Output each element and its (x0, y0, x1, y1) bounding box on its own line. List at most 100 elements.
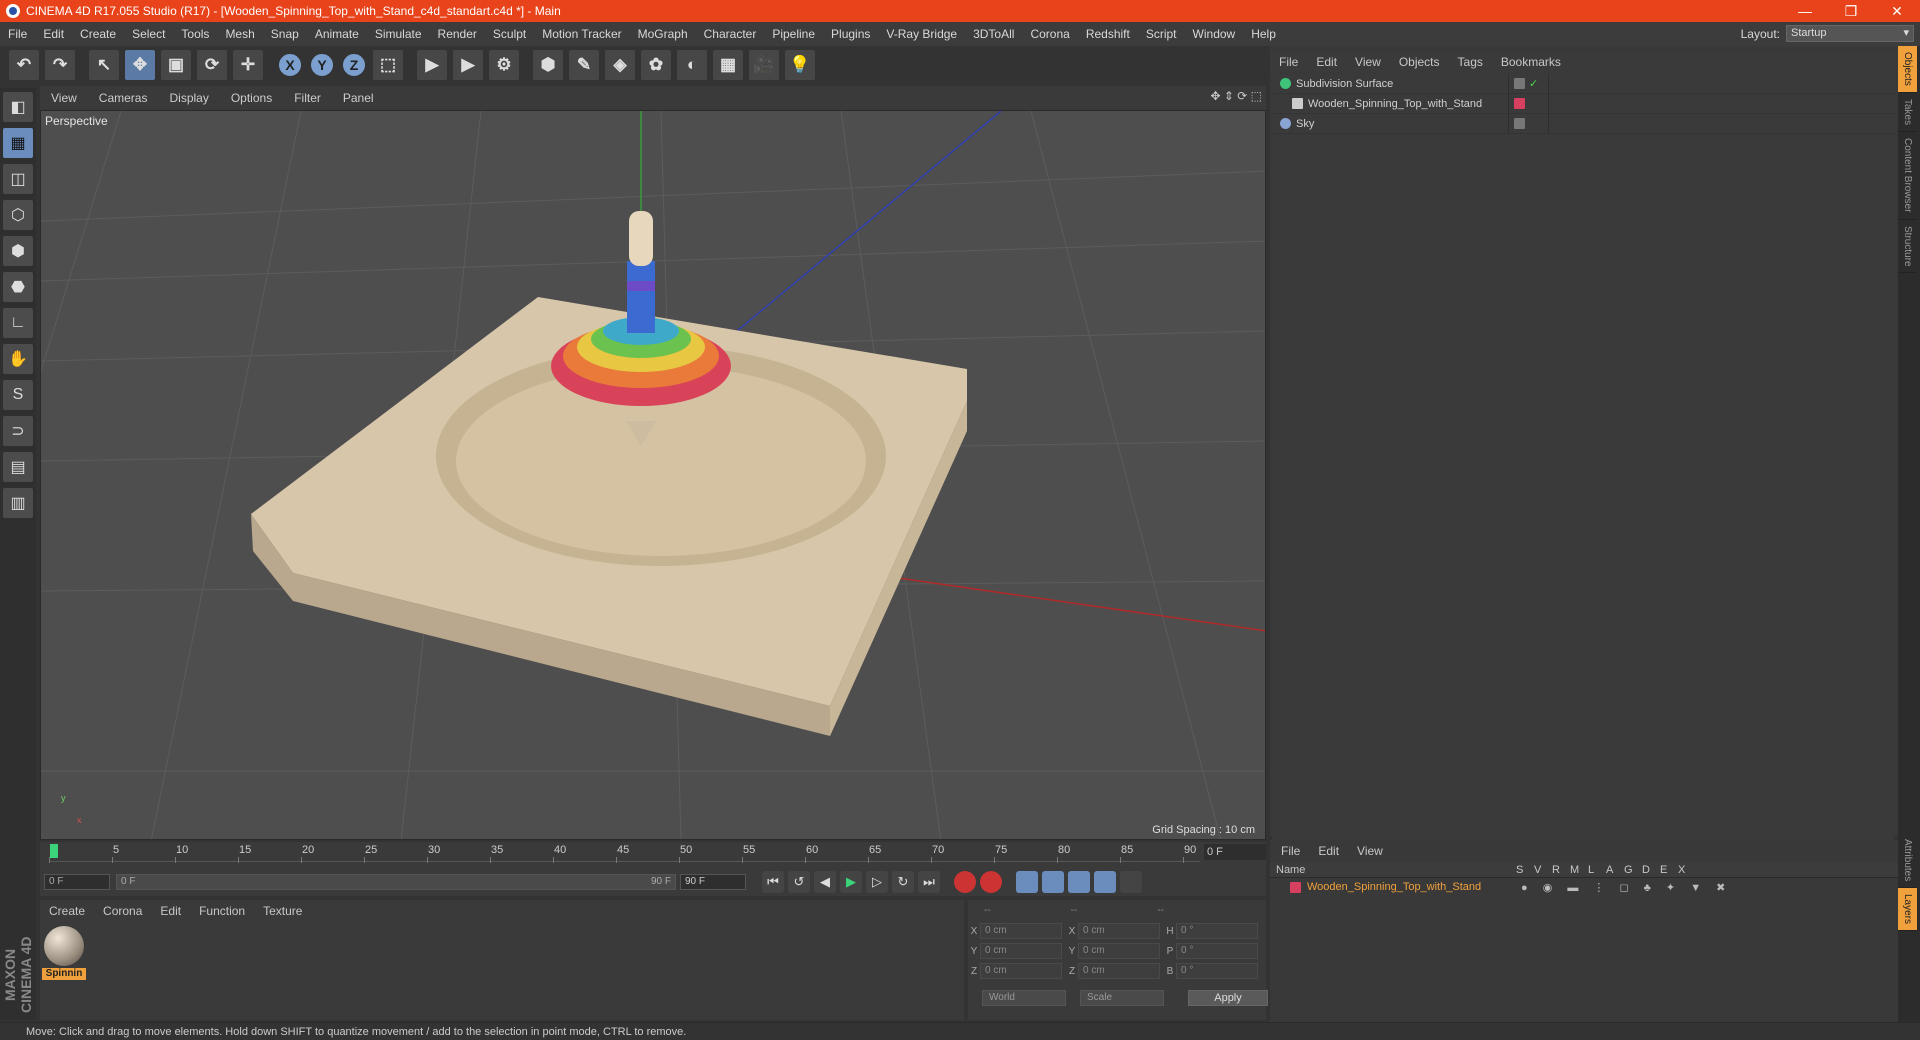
y-axis-lock-button[interactable]: Y (309, 52, 335, 78)
menu-window[interactable]: Window (1185, 27, 1244, 41)
enable-axis-icon[interactable]: ✋ (3, 344, 33, 374)
objects-menu-file[interactable]: File (1270, 55, 1307, 69)
apply-button[interactable]: Apply (1188, 990, 1268, 1006)
enabled-check-icon[interactable]: ✓ (1529, 77, 1538, 90)
tab-objects[interactable]: Objects (1898, 46, 1917, 93)
undo-icon[interactable]: ↶ (9, 50, 39, 80)
position-x-field[interactable]: 0 cm (980, 923, 1062, 939)
menu-tools[interactable]: Tools (173, 27, 217, 41)
deformer-icon[interactable]: ◐ (677, 50, 707, 80)
material-menu-edit[interactable]: Edit (151, 904, 190, 918)
coord-space-dropdown[interactable]: World (982, 990, 1066, 1006)
viewport-menu-options[interactable]: Options (220, 91, 283, 105)
close-button[interactable]: ✕ (1874, 3, 1920, 20)
current-frame-field[interactable]: 0 F (1204, 844, 1266, 860)
autokey-icon[interactable] (980, 871, 1002, 893)
workplane-mode-icon[interactable]: ⬡ (3, 200, 33, 230)
menu-mograph[interactable]: MoGraph (630, 27, 696, 41)
move-tool-icon[interactable]: ✥ (125, 50, 155, 80)
tab-attributes[interactable]: Attributes (1898, 833, 1917, 889)
go-to-start-icon[interactable]: ⏮ (762, 871, 784, 893)
last-tool-icon[interactable]: ✛ (233, 50, 263, 80)
material-name[interactable]: Spinnin (42, 968, 86, 980)
render-view-icon[interactable]: ▶ (417, 50, 447, 80)
objects-menu-objects[interactable]: Objects (1390, 55, 1449, 69)
material-menu-texture[interactable]: Texture (254, 904, 311, 918)
layer-toggle-icons[interactable]: ● ◉ ▬ ⋮ ◻ ♣ ✦ ▼ ✖ (1521, 881, 1731, 894)
viewport-menu-panel[interactable]: Panel (332, 91, 385, 105)
render-settings-icon[interactable]: ⚙ (489, 50, 519, 80)
next-key-icon[interactable]: ↻ (892, 871, 914, 893)
object-row[interactable]: Sky (1272, 113, 1894, 134)
menu-help[interactable]: Help (1243, 27, 1284, 41)
layout-dropdown[interactable]: Startup (1786, 25, 1914, 42)
menu-mesh[interactable]: Mesh (217, 27, 262, 41)
object-row[interactable]: Wooden_Spinning_Top_with_Stand (1272, 93, 1894, 114)
menu-create[interactable]: Create (72, 27, 124, 41)
play-icon[interactable]: ▶ (840, 871, 862, 893)
material-preview-swatch[interactable] (44, 926, 84, 966)
menu-file[interactable]: File (0, 27, 35, 41)
menu-redshift[interactable]: Redshift (1078, 27, 1138, 41)
timeline-ruler[interactable]: 0 5 10 15 20 25 30 35 40 45 50 55 60 65 … (48, 844, 1200, 863)
menu-vray-bridge[interactable]: V-Ray Bridge (878, 27, 965, 41)
model-mode-icon[interactable]: ▦ (3, 128, 33, 158)
menu-3dtoall[interactable]: 3DToAll (965, 27, 1022, 41)
z-axis-lock-button[interactable]: Z (341, 52, 367, 78)
restore-button[interactable]: ❐ (1828, 3, 1874, 20)
material-menu-function[interactable]: Function (190, 904, 254, 918)
points-mode-icon[interactable]: ⬢ (3, 236, 33, 266)
polygons-mode-icon[interactable]: ∟ (3, 308, 33, 338)
light-icon[interactable]: 💡 (785, 50, 815, 80)
viewport-navigation-icons[interactable]: ✥ ⇕ ⟳ ⬚ (1210, 89, 1262, 103)
menu-pipeline[interactable]: Pipeline (764, 27, 823, 41)
layer-row[interactable]: Wooden_Spinning_Top_with_Stand ● ◉ ▬ ⋮ ◻… (1270, 878, 1898, 896)
start-frame-field[interactable]: 0 F (44, 874, 110, 890)
tab-content-browser[interactable]: Content Browser (1898, 132, 1917, 220)
rotation-p-field[interactable]: 0 ° (1176, 943, 1258, 959)
record-icon[interactable] (954, 871, 976, 893)
key-parameter-icon[interactable] (1094, 871, 1116, 893)
mograph-cloner-icon[interactable]: ✿ (641, 50, 671, 80)
objects-menu-tags[interactable]: Tags (1449, 55, 1492, 69)
viewport-menu-cameras[interactable]: Cameras (88, 91, 159, 105)
layers-menu-edit[interactable]: Edit (1309, 844, 1348, 858)
minimize-button[interactable]: — (1782, 3, 1828, 19)
scale-tool-icon[interactable]: ▣ (161, 50, 191, 80)
range-slider[interactable]: 0 F 90 F (116, 874, 676, 890)
key-pla-icon[interactable] (1120, 871, 1142, 893)
previous-frame-icon[interactable]: ◀ (814, 871, 836, 893)
edges-mode-icon[interactable]: ⬣ (3, 272, 33, 302)
objects-menu-edit[interactable]: Edit (1307, 55, 1346, 69)
menu-snap[interactable]: Snap (263, 27, 307, 41)
object-row[interactable]: Subdivision Surface ✓ (1272, 73, 1894, 94)
tab-structure[interactable]: Structure (1898, 220, 1917, 274)
viewport-menu-display[interactable]: Display (158, 91, 219, 105)
key-scale-icon[interactable] (1042, 871, 1064, 893)
menu-motion-tracker[interactable]: Motion Tracker (534, 27, 629, 41)
viewport-menu-view[interactable]: View (40, 91, 88, 105)
position-z-field[interactable]: 0 cm (980, 963, 1062, 979)
locked-workplane-icon[interactable]: ▥ (3, 488, 33, 518)
menu-character[interactable]: Character (696, 27, 765, 41)
material-tag-icon[interactable] (1514, 98, 1525, 109)
end-frame-field[interactable]: 90 F (680, 874, 746, 890)
material-menu-corona[interactable]: Corona (94, 904, 151, 918)
x-axis-lock-button[interactable]: X (277, 52, 303, 78)
subdivision-surface-icon[interactable]: ◈ (605, 50, 635, 80)
workplane-icon[interactable]: ▤ (3, 452, 33, 482)
live-selection-icon[interactable]: ↖ (89, 50, 119, 80)
layers-menu-file[interactable]: File (1272, 844, 1309, 858)
key-rotation-icon[interactable] (1068, 871, 1090, 893)
tweak-mode-icon[interactable]: S (3, 380, 33, 410)
previous-key-icon[interactable]: ↺ (788, 871, 810, 893)
menu-render[interactable]: Render (430, 27, 485, 41)
timeline[interactable]: 0 5 10 15 20 25 30 35 40 45 50 55 60 65 … (40, 842, 1266, 896)
menu-simulate[interactable]: Simulate (367, 27, 430, 41)
size-y-field[interactable]: 0 cm (1078, 943, 1160, 959)
key-position-icon[interactable] (1016, 871, 1038, 893)
make-editable-icon[interactable]: ◧ (3, 92, 33, 122)
coord-mode-dropdown[interactable]: Scale (1080, 990, 1164, 1006)
objects-menu-view[interactable]: View (1346, 55, 1390, 69)
pen-spline-icon[interactable]: ✎ (569, 50, 599, 80)
